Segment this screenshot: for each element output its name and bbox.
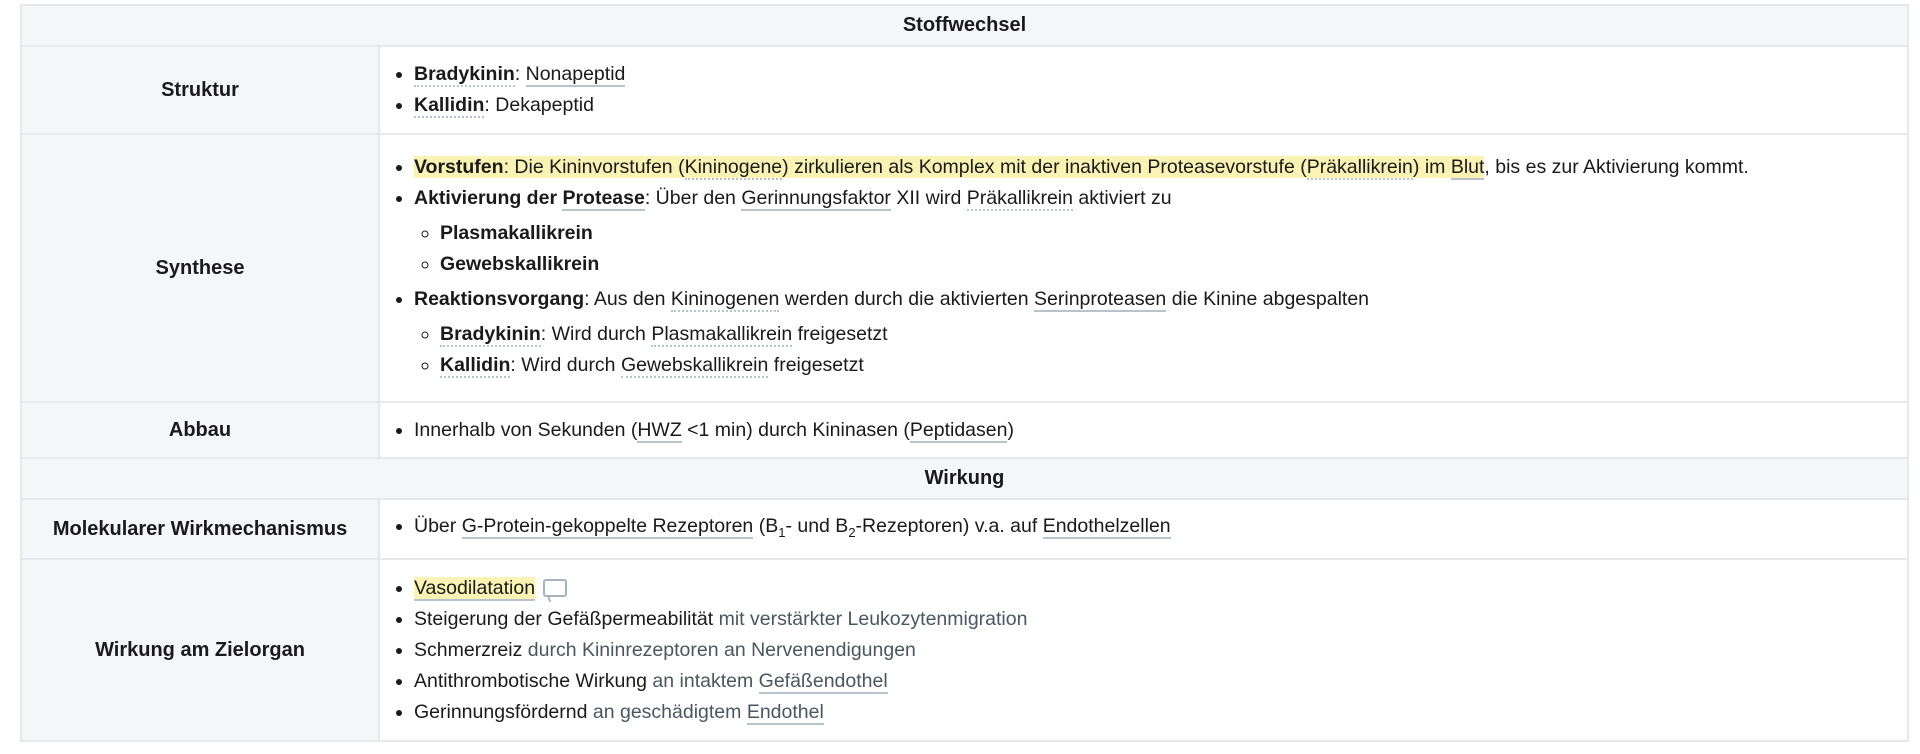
text: , bis es zur Aktivierung kommt.	[1484, 155, 1749, 178]
link-kininogenen[interactable]: Kininogenen	[670, 287, 780, 312]
list-item: Plasmakallikrein	[440, 218, 1907, 249]
link-gerinnungsfaktor[interactable]: Gerinnungsfaktor	[741, 186, 891, 211]
text: ) zirkulieren als Komplex mit der inakti…	[782, 155, 1307, 178]
link-peptidasen[interactable]: Peptidasen	[909, 418, 1008, 443]
link-plasmakallikrein[interactable]: Plasmakallikrein	[651, 322, 793, 347]
link-serinproteasen[interactable]: Serinproteasen	[1034, 287, 1167, 312]
molekular-cell: Über G-Protein-gekoppelte Rezeptoren (B1…	[378, 498, 1909, 560]
term: Plasmakallikrein	[440, 221, 593, 244]
list-item: Innerhalb von Sekunden (HWZ <1 min) durc…	[414, 415, 1907, 446]
link-gewebskallikrein[interactable]: Gewebskallikrein	[620, 353, 769, 378]
row-label-zielorgan: Wirkung am Zielorgan	[20, 558, 380, 742]
list-item: Vorstufen: Die Kininvorstufen (Kininogen…	[414, 152, 1907, 183]
link-kininogene[interactable]: Kininogene	[684, 155, 783, 180]
text: Über	[414, 514, 462, 537]
text: freigesetzt	[792, 322, 888, 345]
link-praekallikrein[interactable]: Präkallikrein	[1306, 155, 1413, 180]
link-kallidin[interactable]: Kallidin	[414, 94, 485, 118]
muted-text: mit verstärkter Leukozytenmigration	[713, 607, 1028, 630]
row-label-synthese: Synthese	[20, 133, 380, 403]
text: freigesetzt	[768, 353, 864, 376]
struktur-cell: Bradykinin: Nonapeptid Kallidin: Dekapep…	[378, 45, 1909, 135]
row-label-abbau: Abbau	[20, 401, 380, 459]
text: die Kinine abgespalten	[1166, 287, 1370, 310]
term: Vorstufen	[414, 155, 504, 178]
link-bradykinin[interactable]: Bradykinin	[440, 322, 541, 347]
link-praekallikrein[interactable]: Präkallikrein	[966, 186, 1073, 211]
term: Aktivierung der	[414, 186, 563, 209]
comment-icon[interactable]	[543, 579, 568, 598]
section-header-wirkung: Wirkung	[20, 457, 1909, 500]
list-item: Über G-Protein-gekoppelte Rezeptoren (B1…	[414, 511, 1907, 548]
text: - und B	[785, 514, 849, 537]
term: Reaktionsvorgang	[414, 287, 585, 310]
abbau-cell: Innerhalb von Sekunden (HWZ <1 min) durc…	[378, 401, 1909, 459]
muted-text: an geschädigtem	[587, 700, 747, 723]
list-item: Steigerung der Gefäßpermeabilität mit ve…	[414, 604, 1907, 635]
text: <1 min) durch Kininasen (	[681, 418, 910, 441]
row-label-struktur: Struktur	[20, 45, 380, 135]
text: )	[1007, 418, 1014, 441]
link-gefaessendothel[interactable]: Gefäßendothel	[758, 669, 888, 694]
text: : Wird durch	[540, 322, 652, 345]
link-endothel[interactable]: Endothel	[746, 700, 824, 725]
text: :	[484, 94, 496, 116]
zielorgan-cell: Vasodilatation Steigerung der Gefäßperme…	[378, 558, 1909, 742]
text: Dekapeptid	[495, 94, 594, 116]
highlighted-text: Vorstufen: Die Kininvorstufen (Kininogen…	[414, 155, 1485, 180]
list-item: Schmerzreiz durch Kininrezeptoren an Ner…	[414, 635, 1907, 666]
text: Antithrombotische Wirkung	[414, 669, 648, 692]
text: -Rezeptoren) v.a. auf	[855, 514, 1043, 537]
link-gpcr[interactable]: G-Protein-gekoppelte Rezeptoren	[461, 514, 754, 539]
list-item: Antithrombotische Wirkung an intaktem Ge…	[414, 666, 1907, 697]
text: aktiviert zu	[1072, 186, 1172, 209]
kinin-table: Stoffwechsel Struktur Bradykinin: Nonape…	[20, 4, 1909, 742]
text: :	[514, 63, 526, 85]
text: XII wird	[890, 186, 967, 209]
section-header-stoffwechsel: Stoffwechsel	[20, 4, 1909, 47]
link-hwz[interactable]: HWZ	[637, 418, 682, 443]
list-item: Kallidin: Dekapeptid	[414, 90, 1907, 121]
muted-text: an intaktem	[647, 669, 759, 692]
text: (B	[753, 514, 779, 537]
link-kallidin[interactable]: Kallidin	[440, 353, 511, 378]
text: : Die Kininvorstufen (	[503, 155, 685, 178]
text: Steigerung der Gefäßpermeabilität	[414, 607, 714, 630]
subscript: 2	[848, 524, 856, 540]
text: Innerhalb von Sekunden (	[414, 418, 638, 441]
synthese-cell: Vorstufen: Die Kininvorstufen (Kininogen…	[378, 133, 1909, 403]
list-item: Gewebskallikrein	[440, 249, 1907, 280]
link-blut[interactable]: Blut	[1450, 155, 1485, 180]
list-item: Vasodilatation	[414, 573, 1907, 604]
link-nonapeptid[interactable]: Nonapeptid	[525, 63, 626, 87]
link-vasodilatation[interactable]: Vasodilatation	[414, 576, 536, 601]
text: : Aus den	[584, 287, 671, 310]
term: Gewebskallikrein	[440, 252, 600, 275]
text: : Über den	[644, 186, 742, 209]
list-item: Kallidin: Wird durch Gewebskallikrein fr…	[440, 350, 1907, 381]
text: Schmerzreiz	[414, 638, 523, 661]
text: ) im	[1412, 155, 1451, 178]
list-item: Bradykinin: Wird durch Plasmakallikrein …	[440, 319, 1907, 350]
list-item: Gerinnungsfördernd an geschädigtem Endot…	[414, 697, 1907, 728]
list-item: Reaktionsvorgang: Aus den Kininogenen we…	[414, 284, 1907, 381]
muted-text: durch Kininrezeptoren an Nervenendigunge…	[522, 638, 916, 661]
list-item: Aktivierung der Protease: Über den Gerin…	[414, 183, 1907, 280]
link-endothelzellen[interactable]: Endothelzellen	[1042, 514, 1171, 539]
link-bradykinin[interactable]: Bradykinin	[414, 63, 515, 87]
row-label-molekular: Molekularer Wirkmechanismus	[20, 498, 380, 560]
list-item: Bradykinin: Nonapeptid	[414, 59, 1907, 90]
link-protease[interactable]: Protease	[562, 186, 645, 211]
text: : Wird durch	[510, 353, 621, 376]
text: werden durch die aktivierten	[779, 287, 1035, 310]
text: Gerinnungsfördernd	[414, 700, 588, 723]
